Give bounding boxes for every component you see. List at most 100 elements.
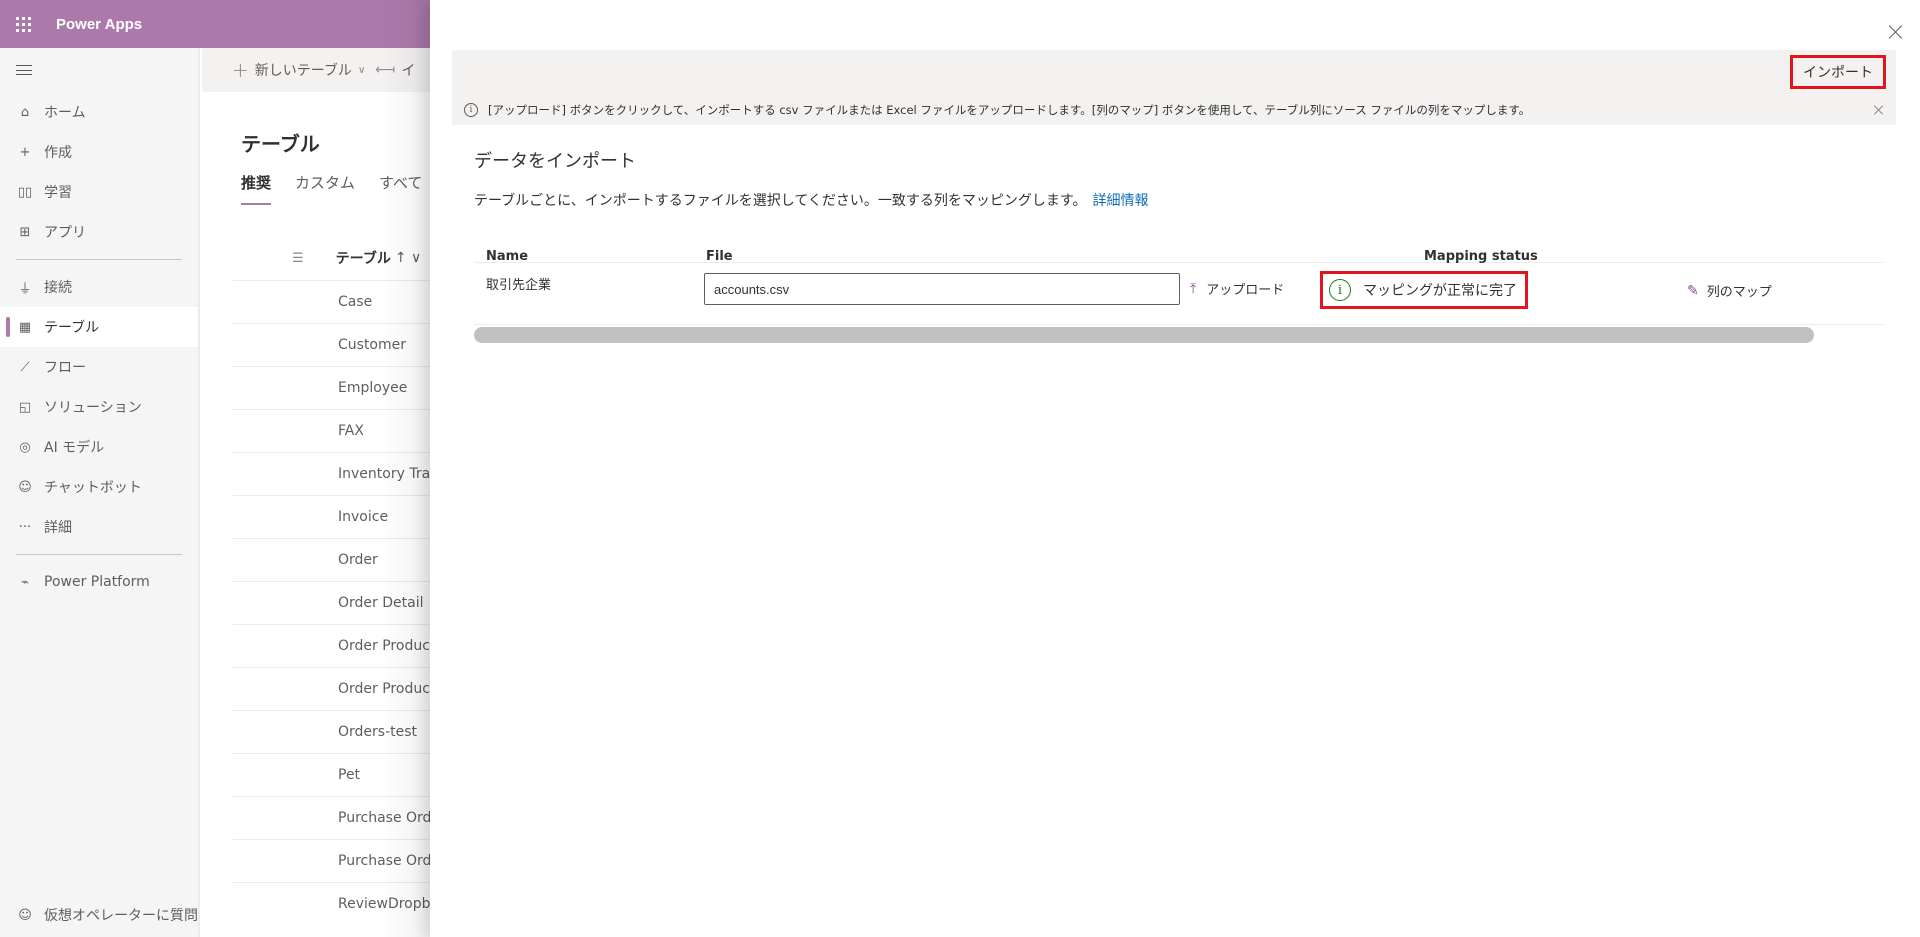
list-item[interactable]: Pet [233, 753, 433, 796]
column-options-icon[interactable]: ☰ [292, 251, 304, 266]
sidebar-item-label: AI モデル [44, 440, 105, 456]
list-item[interactable]: Case [233, 280, 433, 323]
panel-description: テーブルごとに、インポートするファイルを選択してください。一致する列をマッピング… [474, 190, 1149, 210]
ai-brain-icon: ◎ [19, 439, 31, 455]
plus-icon: + [19, 144, 31, 160]
close-panel-icon[interactable] [1886, 22, 1906, 42]
import-data-button[interactable]: イ [401, 60, 415, 80]
sidebar-item-3[interactable]: ⊞ アプリ [0, 212, 198, 252]
nav-divider [16, 259, 182, 260]
virtual-agent-button[interactable]: ☺ 仮想オペレーターに質問 [0, 895, 200, 935]
chatbot-icon: ☺ [18, 479, 32, 495]
sidebar-item-label: Power Platform [44, 574, 150, 590]
file-input[interactable] [704, 273, 1180, 305]
map-columns-button[interactable]: ✎ 列のマップ [1687, 281, 1772, 301]
grid-header: Name File Mapping status [474, 248, 1884, 264]
sidebar-item-label: 作成 [44, 145, 72, 161]
tab-0[interactable]: 推奨 [241, 172, 272, 205]
list-item[interactable]: Order Product [233, 624, 433, 667]
sidebar-item-8[interactable]: ◎ AI モデル [0, 427, 198, 467]
waffle-icon[interactable] [0, 0, 46, 48]
table-name: 取引先企業 [486, 278, 552, 293]
sidebar-item-9[interactable]: ☺ チャットボット [0, 467, 198, 507]
import-data-panel: インポート i [アップロード] ボタンをクリックして、インポートする csv … [430, 0, 1920, 937]
sidebar-item-2[interactable]: ▯▯ 学習 [0, 172, 198, 212]
import-grid: Name File Mapping status 取引先企業 ⤒ アップロード … [474, 248, 1884, 325]
mapping-status: i マッピングが正常に完了 [1320, 271, 1528, 309]
map-columns-label: 列のマップ [1706, 285, 1772, 300]
upload-button[interactable]: ⤒ アップロード [1190, 279, 1285, 299]
sidebar-item-label: チャットボット [44, 480, 142, 496]
apps-icon: ⊞ [19, 224, 31, 240]
sidebar-item-10[interactable]: ··· 詳細 [0, 507, 198, 547]
list-item[interactable]: Invoice [233, 495, 433, 538]
mapping-status-text: マッピングが正常に完了 [1363, 283, 1517, 299]
upload-icon: ⤒ [1190, 280, 1197, 297]
upload-label: アップロード [1206, 283, 1285, 298]
header-mapping-status: Mapping status [1424, 250, 1538, 264]
sidebar-item-11[interactable]: ⌁ Power Platform [0, 562, 198, 602]
list-item[interactable]: ReviewDropbo [233, 882, 433, 925]
sidebar-item-label: 接続 [44, 280, 72, 296]
list-item[interactable]: Orders-test [233, 710, 433, 753]
list-item[interactable]: Order Product [233, 667, 433, 710]
app-name[interactable]: Power Apps [56, 16, 142, 33]
left-nav: ⌂ ホーム + 作成 ▯▯ 学習 ⊞ アプリ ⏚ 接続 ▦ テーブル ⟋ フロー ◱ ソリューション ◎ AI モ… [0, 48, 200, 937]
list-item[interactable]: Order [233, 538, 433, 581]
power-platform-icon: ⌁ [21, 574, 29, 590]
list-item[interactable]: Purchase Orde [233, 796, 433, 839]
table-list-header: ☰ テーブル ↑ ∨ [292, 248, 421, 268]
horizontal-scrollbar[interactable] [474, 327, 1814, 343]
dismiss-info-icon[interactable] [1872, 104, 1884, 116]
learn-more-link[interactable]: 詳細情報 [1093, 193, 1149, 209]
new-table-button[interactable]: 新しいテーブル [255, 60, 352, 80]
sidebar-item-0[interactable]: ⌂ ホーム [0, 92, 198, 132]
flow-icon: ⟋ [20, 359, 30, 375]
sidebar-item-7[interactable]: ◱ ソリューション [0, 387, 198, 427]
panel-command-bar: インポート i [アップロード] ボタンをクリックして、インポートする csv … [452, 50, 1896, 125]
solution-icon: ◱ [18, 399, 32, 415]
panel-title: データをインポート [474, 151, 636, 172]
sidebar-item-label: 詳細 [44, 520, 72, 536]
plus-icon: + [232, 58, 249, 82]
tab-1[interactable]: カスタム [295, 172, 355, 193]
info-message-text: [アップロード] ボタンをクリックして、インポートする csv ファイルまたは … [488, 103, 1531, 117]
nav-divider [16, 554, 182, 555]
sidebar-item-5[interactable]: ▦ テーブル [0, 307, 198, 347]
virtual-agent-icon: ☺ [18, 907, 32, 923]
book-icon: ▯▯ [17, 184, 33, 200]
sidebar-item-1[interactable]: + 作成 [0, 132, 198, 172]
sidebar-item-4[interactable]: ⏚ 接続 [0, 267, 198, 307]
header-name: Name [486, 250, 529, 264]
table-row: 取引先企業 ⤒ アップロード i マッピングが正常に完了 ✎ 列のマップ [474, 263, 1884, 325]
list-item[interactable]: Order Detail [233, 581, 433, 624]
list-item[interactable]: FAX [233, 409, 433, 452]
sidebar-item-6[interactable]: ⟋ フロー [0, 347, 198, 387]
table-list: CaseCustomerEmployeeFAXInventory TransIn… [233, 280, 433, 925]
table-icon: ▦ [18, 319, 32, 335]
sidebar-item-label: アプリ [44, 225, 86, 241]
virtual-agent-label: 仮想オペレーターに質問 [44, 908, 198, 924]
chevron-down-icon[interactable]: ∨ [358, 65, 365, 76]
column-header-table[interactable]: テーブル [336, 248, 391, 268]
more-icon: ··· [18, 519, 32, 535]
list-item[interactable]: Employee [233, 366, 433, 409]
list-item[interactable]: Purchase Orde [233, 839, 433, 882]
table-tabs: 推奨 カスタム すべて [241, 172, 422, 205]
list-item[interactable]: Inventory Trans [233, 452, 433, 495]
pencil-icon: ✎ [1687, 282, 1699, 299]
info-icon: i [464, 103, 478, 117]
sidebar-item-label: テーブル [44, 320, 100, 336]
list-item[interactable]: Customer [233, 323, 433, 366]
import-icon: ⟻ [375, 62, 396, 78]
hamburger-menu-icon[interactable] [0, 48, 198, 92]
sort-icon[interactable]: ↑ ∨ [395, 250, 421, 266]
page-title: テーブル [241, 132, 320, 156]
info-message-bar: i [アップロード] ボタンをクリックして、インポートする csv ファイルまた… [452, 97, 1896, 123]
plug-icon: ⏚ [18, 281, 32, 297]
tab-2[interactable]: すべて [379, 172, 422, 193]
import-button[interactable]: インポート [1790, 55, 1886, 89]
sidebar-item-label: ホーム [44, 105, 86, 121]
sidebar-item-label: ソリューション [44, 400, 142, 416]
success-info-icon: i [1329, 279, 1351, 301]
